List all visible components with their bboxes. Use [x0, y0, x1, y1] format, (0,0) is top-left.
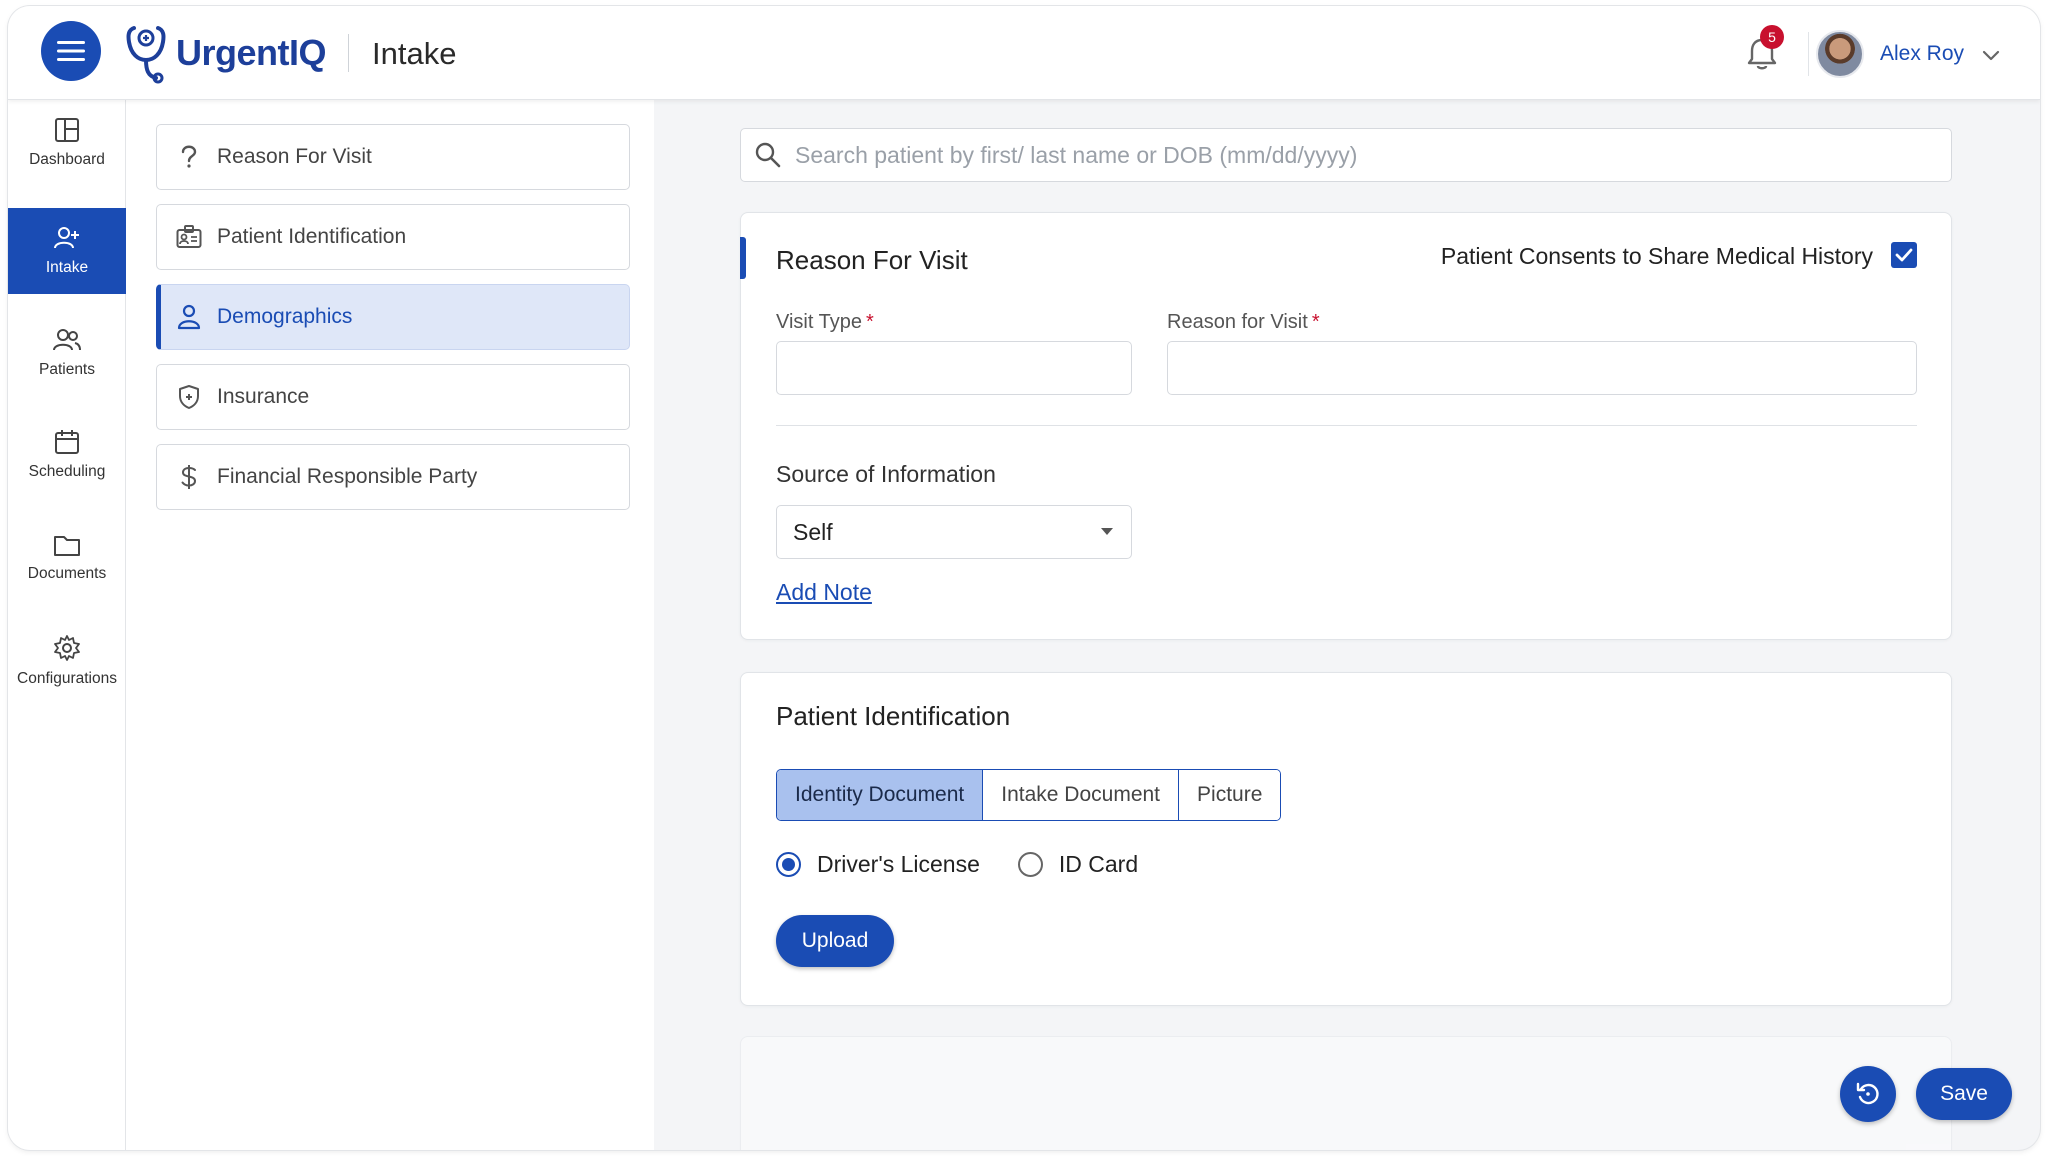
- radio-unselected-icon: [1017, 852, 1043, 877]
- consent-checkbox[interactable]: [1891, 242, 1917, 268]
- rail-item-label: Configurations: [17, 670, 117, 687]
- patient-identification-card: Patient Identification Identity Document…: [740, 672, 1952, 1006]
- reason-input[interactable]: [1168, 342, 1916, 394]
- logo-text: UrgentIQ: [176, 32, 327, 73]
- user-name[interactable]: Alex Roy: [1880, 42, 1964, 66]
- required-asterisk: *: [865, 311, 874, 333]
- rail-item-scheduling[interactable]: Scheduling: [8, 412, 126, 498]
- rail-item-label: Intake: [45, 259, 89, 276]
- users-icon: [53, 329, 81, 351]
- rail-item-label: Scheduling: [28, 463, 106, 480]
- question-icon: [175, 143, 203, 171]
- visit-type-label: Visit Type *: [776, 311, 874, 334]
- gear-icon: [54, 635, 80, 661]
- patient-search-bar[interactable]: [740, 128, 1952, 182]
- refresh-icon: [1856, 1082, 1879, 1105]
- top-header: UrgentIQ Intake 5 Alex Roy: [8, 6, 2040, 100]
- rail-item-configurations[interactable]: Configurations: [8, 618, 126, 704]
- section-item-demographics[interactable]: Demographics: [156, 284, 630, 350]
- tab-picture[interactable]: Picture: [1179, 770, 1281, 820]
- radio-selected-icon: [776, 852, 801, 877]
- checkmark-icon: [1895, 248, 1913, 262]
- section-nav: Reason For Visit Patient Identification …: [126, 100, 654, 1150]
- card-title: Reason For Visit: [776, 245, 968, 275]
- section-item-financial-responsible-party[interactable]: Financial Responsible Party: [156, 444, 630, 510]
- rail-item-dashboard[interactable]: Dashboard: [8, 100, 126, 186]
- page-title: Intake: [372, 36, 457, 71]
- section-item-patient-identification[interactable]: Patient Identification: [156, 204, 630, 270]
- main-nav-rail: Dashboard Intake Patients Scheduling Doc…: [8, 100, 126, 1150]
- folder-icon: [54, 536, 80, 556]
- card-title: Patient Identification: [776, 701, 1011, 731]
- visit-type-input[interactable]: [777, 342, 1131, 394]
- id-card-icon: [175, 223, 203, 251]
- radio-drivers-license[interactable]: Driver's License: [776, 851, 980, 878]
- consent-label: Patient Consents to Share Medical Histor…: [1440, 243, 1873, 269]
- select-value: Self: [793, 518, 833, 545]
- section-item-insurance[interactable]: Insurance: [156, 364, 630, 430]
- rail-item-label: Documents: [27, 565, 107, 582]
- reason-for-visit-card: Reason For Visit Patient Consents to Sha…: [740, 212, 1952, 640]
- dollar-icon: [175, 463, 203, 491]
- section-item-label: Financial Responsible Party: [217, 465, 478, 488]
- chevron-down-icon[interactable]: [1980, 44, 2002, 66]
- source-of-information-label: Source of Information: [776, 461, 996, 487]
- rail-item-documents[interactable]: Documents: [8, 515, 126, 601]
- header-divider-user: [1808, 32, 1809, 76]
- app-logo[interactable]: UrgentIQ: [124, 20, 327, 86]
- app-window: UrgentIQ Intake 5 Alex Roy Dashboard Int…: [8, 6, 2040, 1150]
- visit-type-field[interactable]: [776, 341, 1132, 395]
- avatar[interactable]: [1816, 30, 1864, 78]
- rail-item-patients[interactable]: Patients: [8, 310, 126, 396]
- id-type-radio-group: Driver's License ID Card: [776, 851, 1176, 878]
- header-divider: [348, 34, 349, 72]
- person-icon: [175, 303, 203, 331]
- section-item-reason-for-visit[interactable]: Reason For Visit: [156, 124, 630, 190]
- radio-label: Driver's License: [817, 851, 980, 877]
- section-item-label: Reason For Visit: [217, 145, 372, 168]
- notification-badge: 5: [1760, 25, 1784, 49]
- visit-type-label-text: Visit Type: [776, 311, 862, 333]
- add-user-icon: [54, 227, 79, 249]
- radio-id-card[interactable]: ID Card: [1017, 851, 1139, 878]
- reason-field[interactable]: [1167, 341, 1917, 395]
- reset-button[interactable]: [1840, 1066, 1896, 1122]
- search-icon: [755, 142, 781, 168]
- tab-intake-document[interactable]: Intake Document: [983, 770, 1180, 820]
- rail-item-label: Patients: [38, 361, 95, 378]
- document-type-tabs: Identity Document Intake Document Pictur…: [776, 769, 1282, 821]
- tab-identity-document[interactable]: Identity Document: [777, 770, 984, 820]
- source-of-information-select[interactable]: Self: [776, 505, 1132, 559]
- dropdown-caret-icon: [1101, 528, 1113, 535]
- radio-label: ID Card: [1058, 851, 1139, 877]
- rail-item-intake[interactable]: Intake: [8, 208, 126, 294]
- required-asterisk: *: [1311, 311, 1320, 333]
- dashboard-icon: [55, 118, 79, 142]
- reason-label: Reason for Visit *: [1167, 311, 1320, 334]
- hamburger-menu-button[interactable]: [41, 21, 101, 81]
- upload-button[interactable]: Upload: [776, 915, 894, 967]
- save-button[interactable]: Save: [1916, 1068, 2012, 1120]
- search-input[interactable]: [795, 141, 1935, 169]
- section-item-label: Patient Identification: [217, 225, 407, 248]
- calendar-icon: [55, 430, 79, 454]
- next-section-card: [740, 1036, 1952, 1150]
- stethoscope-logo-icon: [126, 26, 166, 84]
- reason-label-text: Reason for Visit: [1167, 311, 1308, 333]
- section-item-label: Insurance: [217, 385, 310, 408]
- card-divider: [776, 425, 1917, 426]
- add-note-link[interactable]: Add Note: [776, 579, 872, 606]
- card-accent-bar: [740, 237, 746, 279]
- rail-item-label: Dashboard: [29, 151, 105, 168]
- hamburger-icon: [57, 41, 85, 61]
- shield-icon: [175, 383, 203, 411]
- section-item-label: Demographics: [217, 305, 353, 328]
